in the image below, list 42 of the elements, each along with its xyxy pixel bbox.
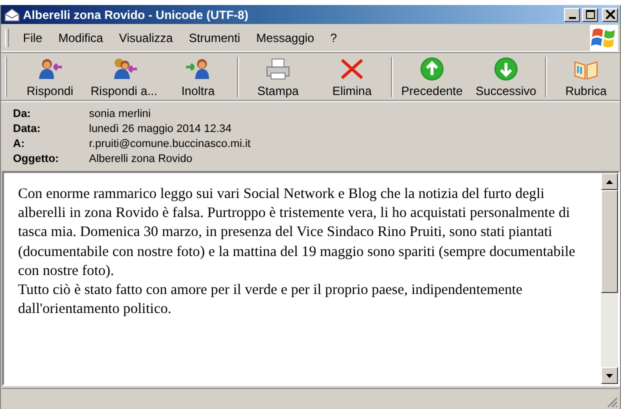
header-label: Oggetto: — [13, 153, 60, 165]
menu-item[interactable]: File — [15, 29, 50, 47]
toolbar-button-label[interactable]: Elimina — [332, 84, 372, 98]
header-value: lunedì 26 maggio 2014 12.34 — [89, 123, 233, 135]
toolbar-button-label[interactable]: Inoltra — [181, 84, 215, 98]
menu-item[interactable]: Visualizza — [111, 29, 181, 47]
scroll-up-button[interactable] — [601, 173, 618, 190]
envelope-icon — [4, 8, 20, 22]
maximize-button[interactable] — [582, 8, 598, 22]
toolbar-button-label[interactable]: Stampa — [257, 84, 299, 98]
message-paragraph: Con enorme rammarico leggo sui vari Social Network e Blog che la notizia del furto degli alberelli in zona Rovido è falsa. Purtroppo è tristemente vera, li ho acquistati personalmente di tasca mia. Domenica 30 marzo, in presenza del Vice Sindaco Rino Pruiti, sono stati piantati (documentabile con nostre foto) e la mattina del 19 maggio sono spariti (sempre documentabile con nostre foto). — [18, 185, 576, 281]
header-value: Alberelli zona Rovido — [89, 153, 194, 165]
menu-item[interactable]: ? — [322, 29, 345, 47]
minimize-button[interactable] — [564, 8, 580, 22]
menu-item[interactable]: Messaggio — [248, 29, 322, 47]
maximize-icon — [586, 10, 594, 19]
toolbar-button-label[interactable]: Rispondi a... — [90, 84, 158, 98]
scrollbar[interactable] — [601, 173, 618, 384]
menu-item[interactable]: Strumenti — [180, 29, 248, 47]
toolbar-button-label[interactable]: Rubrica — [565, 84, 607, 98]
up-caret-icon — [606, 180, 613, 184]
header-label: Data: — [13, 123, 42, 135]
header-value: sonia merlini — [89, 108, 152, 120]
person-forward-icon[interactable] — [184, 56, 212, 80]
toolbar-button-label[interactable]: Rispondi — [26, 84, 74, 98]
header-value: r.pruiti@comune.buccinasco.mi.it — [89, 138, 252, 150]
close-button[interactable] — [602, 8, 618, 22]
scroll-down-button[interactable] — [601, 367, 618, 384]
person-reply-icon[interactable] — [36, 56, 64, 80]
x-mark-icon[interactable] — [338, 56, 366, 80]
toolbar-button-label[interactable]: Successivo — [476, 84, 536, 98]
printer-icon[interactable] — [264, 56, 292, 80]
header-label: A: — [13, 138, 26, 150]
window-title: Alberelli zona Rovido - Unicode (UTF-8) — [23, 8, 250, 22]
close-icon — [606, 10, 614, 19]
message-paragraph: Tutto ciò è stato fatto con amore per il verde e per il proprio paese, indipendentemente dall'orientamento politico. — [18, 281, 524, 320]
header-label: Da: — [13, 108, 32, 120]
down-caret-icon — [606, 374, 613, 378]
scroll-thumb[interactable] — [601, 190, 618, 293]
minimize-icon — [568, 16, 576, 18]
menu-item[interactable]: Modifica — [50, 29, 112, 47]
toolbar-button-label[interactable]: Precedente — [401, 84, 463, 98]
